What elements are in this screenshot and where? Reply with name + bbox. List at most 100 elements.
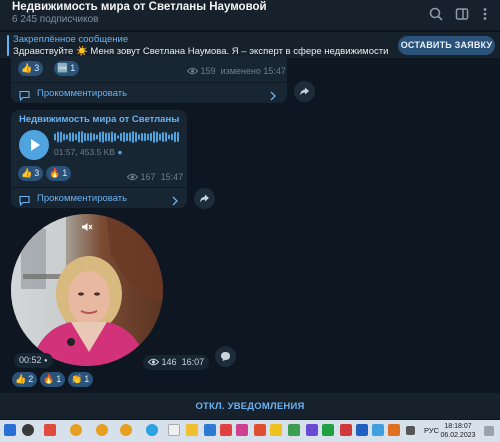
waveform-bar: [135, 131, 137, 143]
waveform-bar: [174, 131, 176, 143]
comment-button[interactable]: Прокомментировать: [11, 82, 287, 102]
app-yellow-icon[interactable]: [270, 424, 282, 436]
voice-waveform[interactable]: [54, 130, 182, 144]
notifications-icon[interactable]: [484, 426, 494, 436]
waveform-bar: [114, 132, 116, 142]
message-meta: 167 15:47: [126, 172, 183, 182]
reaction-cool[interactable]: 🆒 1: [54, 61, 80, 76]
waveform-bar: [129, 132, 131, 142]
views-icon: [126, 172, 141, 182]
app-orange2-icon[interactable]: [388, 424, 400, 436]
app-orange-icon[interactable]: [254, 424, 266, 436]
app-folder-icon[interactable]: [186, 424, 198, 436]
channel-title[interactable]: Недвижимость мира от Светланы Наумовой: [12, 1, 267, 13]
sidebar-toggle-icon[interactable]: [453, 5, 471, 23]
share-button-1[interactable]: [294, 81, 315, 102]
waveform-bar: [168, 134, 170, 140]
share-arrow-icon: [200, 194, 209, 203]
waveform-bar: [75, 133, 77, 141]
waveform-bar: [150, 132, 152, 142]
tray-network-icon[interactable]: [406, 426, 415, 435]
comment-bubble-icon: [221, 352, 230, 361]
pinned-indicator: [7, 35, 9, 56]
reaction-fire[interactable]: 🔥 1: [40, 372, 66, 387]
comment-label: Прокомментировать: [37, 193, 128, 204]
waveform-bar: [102, 131, 104, 143]
waveform-bar: [141, 132, 143, 142]
app-notepad-icon[interactable]: [168, 424, 180, 436]
video-message[interactable]: [11, 214, 163, 366]
mute-notifications-bar[interactable]: ОТКЛ. УВЕДОМЛЕНИЯ: [0, 393, 500, 419]
share-button-2[interactable]: [194, 188, 215, 209]
waveform-bar: [78, 131, 80, 143]
video-meta: 146 16:07: [143, 355, 210, 370]
app-blue-icon[interactable]: [356, 424, 368, 436]
waveform-bar: [138, 134, 140, 140]
app-red-icon[interactable]: [220, 424, 232, 436]
waveform-bar: [96, 134, 98, 140]
waveform-bar: [120, 132, 122, 142]
waveform-bar: [162, 131, 164, 143]
waveform-bar: [63, 133, 65, 141]
comment-label: Прокомментировать: [37, 88, 128, 99]
app-purple-icon[interactable]: [306, 424, 318, 436]
windows-taskbar: РУС 18:18:07 06.02.2023: [0, 420, 500, 442]
app-yandex-icon[interactable]: [44, 424, 56, 436]
waveform-bar: [159, 133, 161, 141]
comment-icon: [19, 88, 30, 106]
waveform-bar: [144, 132, 146, 142]
comment-icon: [19, 193, 30, 211]
sound-muted-icon[interactable]: [81, 220, 93, 238]
waveform-bar: [60, 131, 62, 143]
reaction-thumbs-up[interactable]: 👍 3: [18, 61, 44, 76]
waveform-bar: [123, 131, 125, 143]
pinned-message-bar[interactable]: Закреплённое сообщение Здравствуйте ☀️ М…: [0, 31, 500, 58]
app-lightblue-icon[interactable]: [372, 424, 384, 436]
voice-message-bubble[interactable]: Недвижимость мира от Светланы Н... 01:57…: [11, 110, 187, 208]
waveform-bar: [57, 131, 59, 143]
waveform-bar: [66, 134, 68, 140]
share-button-3[interactable]: [215, 346, 236, 367]
mute-notifications-button[interactable]: ОТКЛ. УВЕДОМЛЕНИЯ: [0, 401, 500, 412]
search-taskbar-icon[interactable]: [22, 424, 34, 436]
post-message-bubble[interactable]: 👍 3 🆒 1 159 изменено 15:47 Прокомментирова…: [11, 56, 287, 103]
waveform-bar: [171, 133, 173, 141]
reaction-fire[interactable]: 🔥 1: [46, 166, 72, 181]
reaction-thumbs-up[interactable]: 👍 2: [12, 372, 38, 387]
waveform-bar: [81, 131, 83, 143]
start-icon[interactable]: [4, 424, 16, 436]
app-red2-icon[interactable]: [340, 424, 352, 436]
views-icon: [186, 66, 201, 76]
more-vertical-icon[interactable]: [476, 5, 494, 23]
app-excel-icon[interactable]: [322, 424, 334, 436]
waveform-bar: [99, 132, 101, 142]
comment-button[interactable]: Прокомментировать: [11, 187, 187, 207]
app-chrome-icon[interactable]: [70, 424, 82, 436]
waveform-bar: [132, 131, 134, 143]
waveform-bar: [111, 131, 113, 143]
reaction-clap[interactable]: 👏 1: [68, 372, 94, 387]
waveform-bar: [153, 131, 155, 143]
play-icon: [31, 139, 40, 151]
app-chrome2-icon[interactable]: [96, 424, 108, 436]
app-chrome3-icon[interactable]: [120, 424, 132, 436]
subscriber-count: 6 245 подписчиков: [12, 14, 99, 25]
taskbar-clock[interactable]: 18:18:07 06.02.2023: [438, 422, 478, 440]
reaction-thumbs-up[interactable]: 👍 3: [18, 166, 44, 181]
keyboard-language[interactable]: РУС: [424, 426, 439, 435]
leave-request-button[interactable]: ОСТАВИТЬ ЗАЯВКУ: [398, 36, 495, 55]
play-button[interactable]: [19, 130, 49, 160]
waveform-bar: [126, 132, 128, 142]
app-pink-icon[interactable]: [236, 424, 248, 436]
app-word-icon[interactable]: [204, 424, 216, 436]
chat-header[interactable]: Недвижимость мира от Светланы Наумовой 6…: [0, 0, 500, 30]
waveform-bar: [90, 132, 92, 142]
search-icon[interactable]: [427, 5, 445, 23]
app-green-icon[interactable]: [288, 424, 300, 436]
chevron-right-icon: [171, 193, 179, 211]
chevron-right-icon: [269, 88, 277, 106]
waveform-bar: [69, 132, 71, 142]
waveform-bar: [117, 135, 119, 139]
app-telegram-icon[interactable]: [146, 424, 158, 436]
waveform-bar: [87, 133, 89, 141]
